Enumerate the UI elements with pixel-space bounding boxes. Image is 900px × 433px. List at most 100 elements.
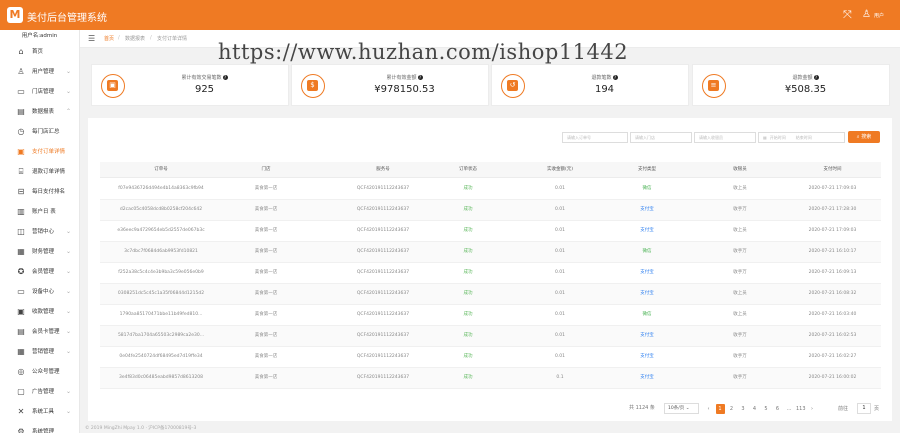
store-input[interactable]: 请输入门店 xyxy=(630,132,692,143)
table-row[interactable]: f252a38c5c4c4e3b9ba3c59e056e0b9 美食第一店 QCF4… xyxy=(100,263,881,284)
sidebar-item[interactable]: ⊟ 每日支付排名 xyxy=(0,182,80,202)
table-cell: 支付宝 xyxy=(640,207,654,212)
chevron-up-icon: ⌃ xyxy=(66,108,72,115)
sidebar-item[interactable]: ◫ 营销中心 ⌄ xyxy=(0,222,80,242)
table-cell: 0.01 xyxy=(554,354,566,359)
date-range-picker[interactable]: ▦ 开始时间 结束时间 xyxy=(758,132,845,143)
stat-label: 退款金额? xyxy=(792,75,819,81)
page-button[interactable]: 3 xyxy=(739,404,748,414)
sidebar-item[interactable]: ▭ 门店管理 ⌄ xyxy=(0,82,80,102)
sidebar-item[interactable]: ◷ 每门店汇总 xyxy=(0,122,80,142)
sidebar-item[interactable]: ▣ 支付订单详情 xyxy=(0,142,80,162)
sidebar-item-label: 每门店汇总 xyxy=(32,129,60,135)
page-button[interactable]: 2 xyxy=(727,404,736,414)
sidebar-item[interactable]: ▢ 广告管理 ⌄ xyxy=(0,382,80,402)
chevron-down-icon: ⌄ xyxy=(66,348,72,355)
stat-value: 194 xyxy=(594,84,615,95)
stat-label: 累计有效金额? xyxy=(386,75,423,81)
table-cell: 微信 xyxy=(642,186,652,191)
breadcrumb-home[interactable]: 首页 xyxy=(104,35,114,42)
prev-page-button[interactable]: ‹ xyxy=(704,404,713,414)
stat-value: 925 xyxy=(194,84,215,95)
finance-icon: ▦ xyxy=(17,247,25,256)
footer-copyright: © 2019 MingZhi Mpay 1.0 · 沪ICP备17000819号… xyxy=(85,426,197,431)
table-row[interactable]: 0e04fe2540724df68495ed7d19ffe34 美食第一店 QCF4… xyxy=(100,347,881,368)
sidebar-item[interactable]: ✕ 系统工具 ⌄ xyxy=(0,402,80,422)
bar-icon: ▥ xyxy=(17,207,25,216)
sidebar-item[interactable]: ♙ 用户管理 ⌄ xyxy=(0,62,80,82)
table-cell: 成功 xyxy=(463,249,473,254)
refund-icon: ⌸ xyxy=(18,167,24,176)
clock-icon: ◷ xyxy=(17,127,25,136)
menu-toggle-icon[interactable]: ☰ xyxy=(88,34,95,43)
sidebar-item[interactable]: ⌸ 退款订单详情 xyxy=(0,162,80,182)
sidebar-item[interactable]: ▤ 数据报表 ⌃ xyxy=(0,102,80,122)
sidebar-item[interactable]: ▭ 设备中心 ⌄ xyxy=(0,282,80,302)
sidebar-item[interactable]: ▦ 营销管理 ⌄ xyxy=(0,342,80,362)
table-cell: 2020-07-21 16:00:02 xyxy=(808,375,857,380)
table-cell: 成功 xyxy=(463,270,473,275)
order-count-icon: ▣ xyxy=(101,74,125,98)
order-no-input[interactable]: 请输入订单号 xyxy=(562,132,628,143)
column-header[interactable]: 订单号 xyxy=(100,162,222,178)
table-cell: 3e4f83d0c06485eabd9857d8613208 xyxy=(119,375,203,380)
page-button[interactable]: ... xyxy=(785,404,794,414)
next-page-button[interactable]: › xyxy=(808,404,817,414)
page-button[interactable]: 5 xyxy=(762,404,771,414)
table-cell: 美食第一店 xyxy=(254,228,278,233)
sidebar-item[interactable]: ▣ 收款管理 ⌄ xyxy=(0,302,80,322)
sidebar-item-label: 营销管理 xyxy=(32,349,55,355)
chevron-down-icon: ⌄ xyxy=(66,288,72,295)
page-button[interactable]: 113 xyxy=(796,404,806,414)
user-menu-label[interactable]: 用户 xyxy=(874,12,884,19)
sidebar-item-label: 收款管理 xyxy=(32,309,55,315)
table-row[interactable]: 5817d7ba1704a65503c2989ca2e30... 美食第一店 QCF… xyxy=(100,326,881,347)
table-cell: 成功 xyxy=(463,354,473,359)
table-cell: 1790aa85170471bbe11b49fed810... xyxy=(119,312,203,317)
sidebar-item-label: 会员卡管理 xyxy=(32,329,60,335)
column-header[interactable]: 支付类型 xyxy=(602,162,692,178)
table-cell: 3c7dbc7f0684d6ab9953fd10821 xyxy=(124,249,198,254)
sidebar-item[interactable]: ▤ 会员卡管理 ⌄ xyxy=(0,322,80,342)
tools-icon: ✕ xyxy=(17,407,25,416)
sidebar-item[interactable]: ⚙ 系统管理 xyxy=(0,422,80,433)
page-size-select[interactable]: 10条/页 ⌄ xyxy=(664,403,699,414)
refund-count-icon: ↺ xyxy=(501,74,525,98)
sidebar-item-label: 用户管理 xyxy=(32,69,55,75)
sidebar-item[interactable]: ▥ 账户日 表 xyxy=(0,202,80,222)
goto-page-input[interactable]: 1 xyxy=(857,403,871,414)
column-header[interactable]: 实收金额(元) xyxy=(520,162,600,178)
sidebar-item[interactable]: ◎ 公众号管理 xyxy=(0,362,80,382)
column-header[interactable]: 支付时间 xyxy=(784,162,881,178)
page-button[interactable]: 4 xyxy=(750,404,759,414)
sidebar-item[interactable]: ✪ 会员管理 ⌄ xyxy=(0,262,80,282)
device-icon: ▭ xyxy=(17,287,25,296)
table-row[interactable]: d2cac05c4058dcd8b0258cf204c642 美食第一店 QCF42… xyxy=(100,200,881,221)
column-header[interactable]: 门店 xyxy=(225,162,307,178)
table-row[interactable]: 3c7dbc7f0684d6ab9953fd10821 美食第一店 QCF42019… xyxy=(100,242,881,263)
sidebar-item[interactable]: ⌂ 首页 xyxy=(0,42,80,62)
cashier-input[interactable]: 请输入收银员 xyxy=(694,132,756,143)
column-header[interactable]: 收银员 xyxy=(700,162,780,178)
column-header[interactable]: 订单状态 xyxy=(433,162,503,178)
fullscreen-icon[interactable]: ⤧ xyxy=(843,9,855,21)
table-cell: 成功 xyxy=(463,186,473,191)
page-button[interactable]: 6 xyxy=(773,404,782,414)
search-icon: ⌕ xyxy=(856,134,860,140)
pagination-total: 共 1124 条 xyxy=(629,405,655,411)
table-row[interactable]: 0308251dc5c45c1a35f06844d1215d2 美食第一店 QCF4… xyxy=(100,284,881,305)
table-row[interactable]: 3e4f83d0c06485eabd9857d8613208 美食第一店 QCF42… xyxy=(100,368,881,389)
table-row[interactable]: f07e9436726d494e4b14a8363c9fb94 美食第一店 QCF4… xyxy=(100,179,881,200)
end-date-placeholder: 结束时间 xyxy=(795,135,812,140)
breadcrumb-report[interactable]: 数据报表 xyxy=(125,35,145,42)
table-row[interactable]: 1790aa85170471bbe11b49fed810... 美食第一店 QCF4… xyxy=(100,305,881,326)
table-cell: 2020-07-21 16:02:53 xyxy=(808,333,857,338)
stat-card-refund-amount: ≡ 退款金额? ¥508.35 xyxy=(692,64,890,106)
user-avatar-icon[interactable]: ♙ xyxy=(862,9,871,21)
search-button[interactable]: ⌕ 搜索 xyxy=(848,131,880,143)
table-row[interactable]: e36eec9a4729654eb5d2557de067b3c 美食第一店 QCF4… xyxy=(100,221,881,242)
table-cell: d2cac05c4058dcd8b0258cf204c642 xyxy=(119,207,203,212)
breadcrumb-current: 支付订单详情 xyxy=(157,36,188,42)
page-button[interactable]: 1 xyxy=(715,404,725,414)
sidebar-item[interactable]: ▦ 财务管理 ⌄ xyxy=(0,242,80,262)
